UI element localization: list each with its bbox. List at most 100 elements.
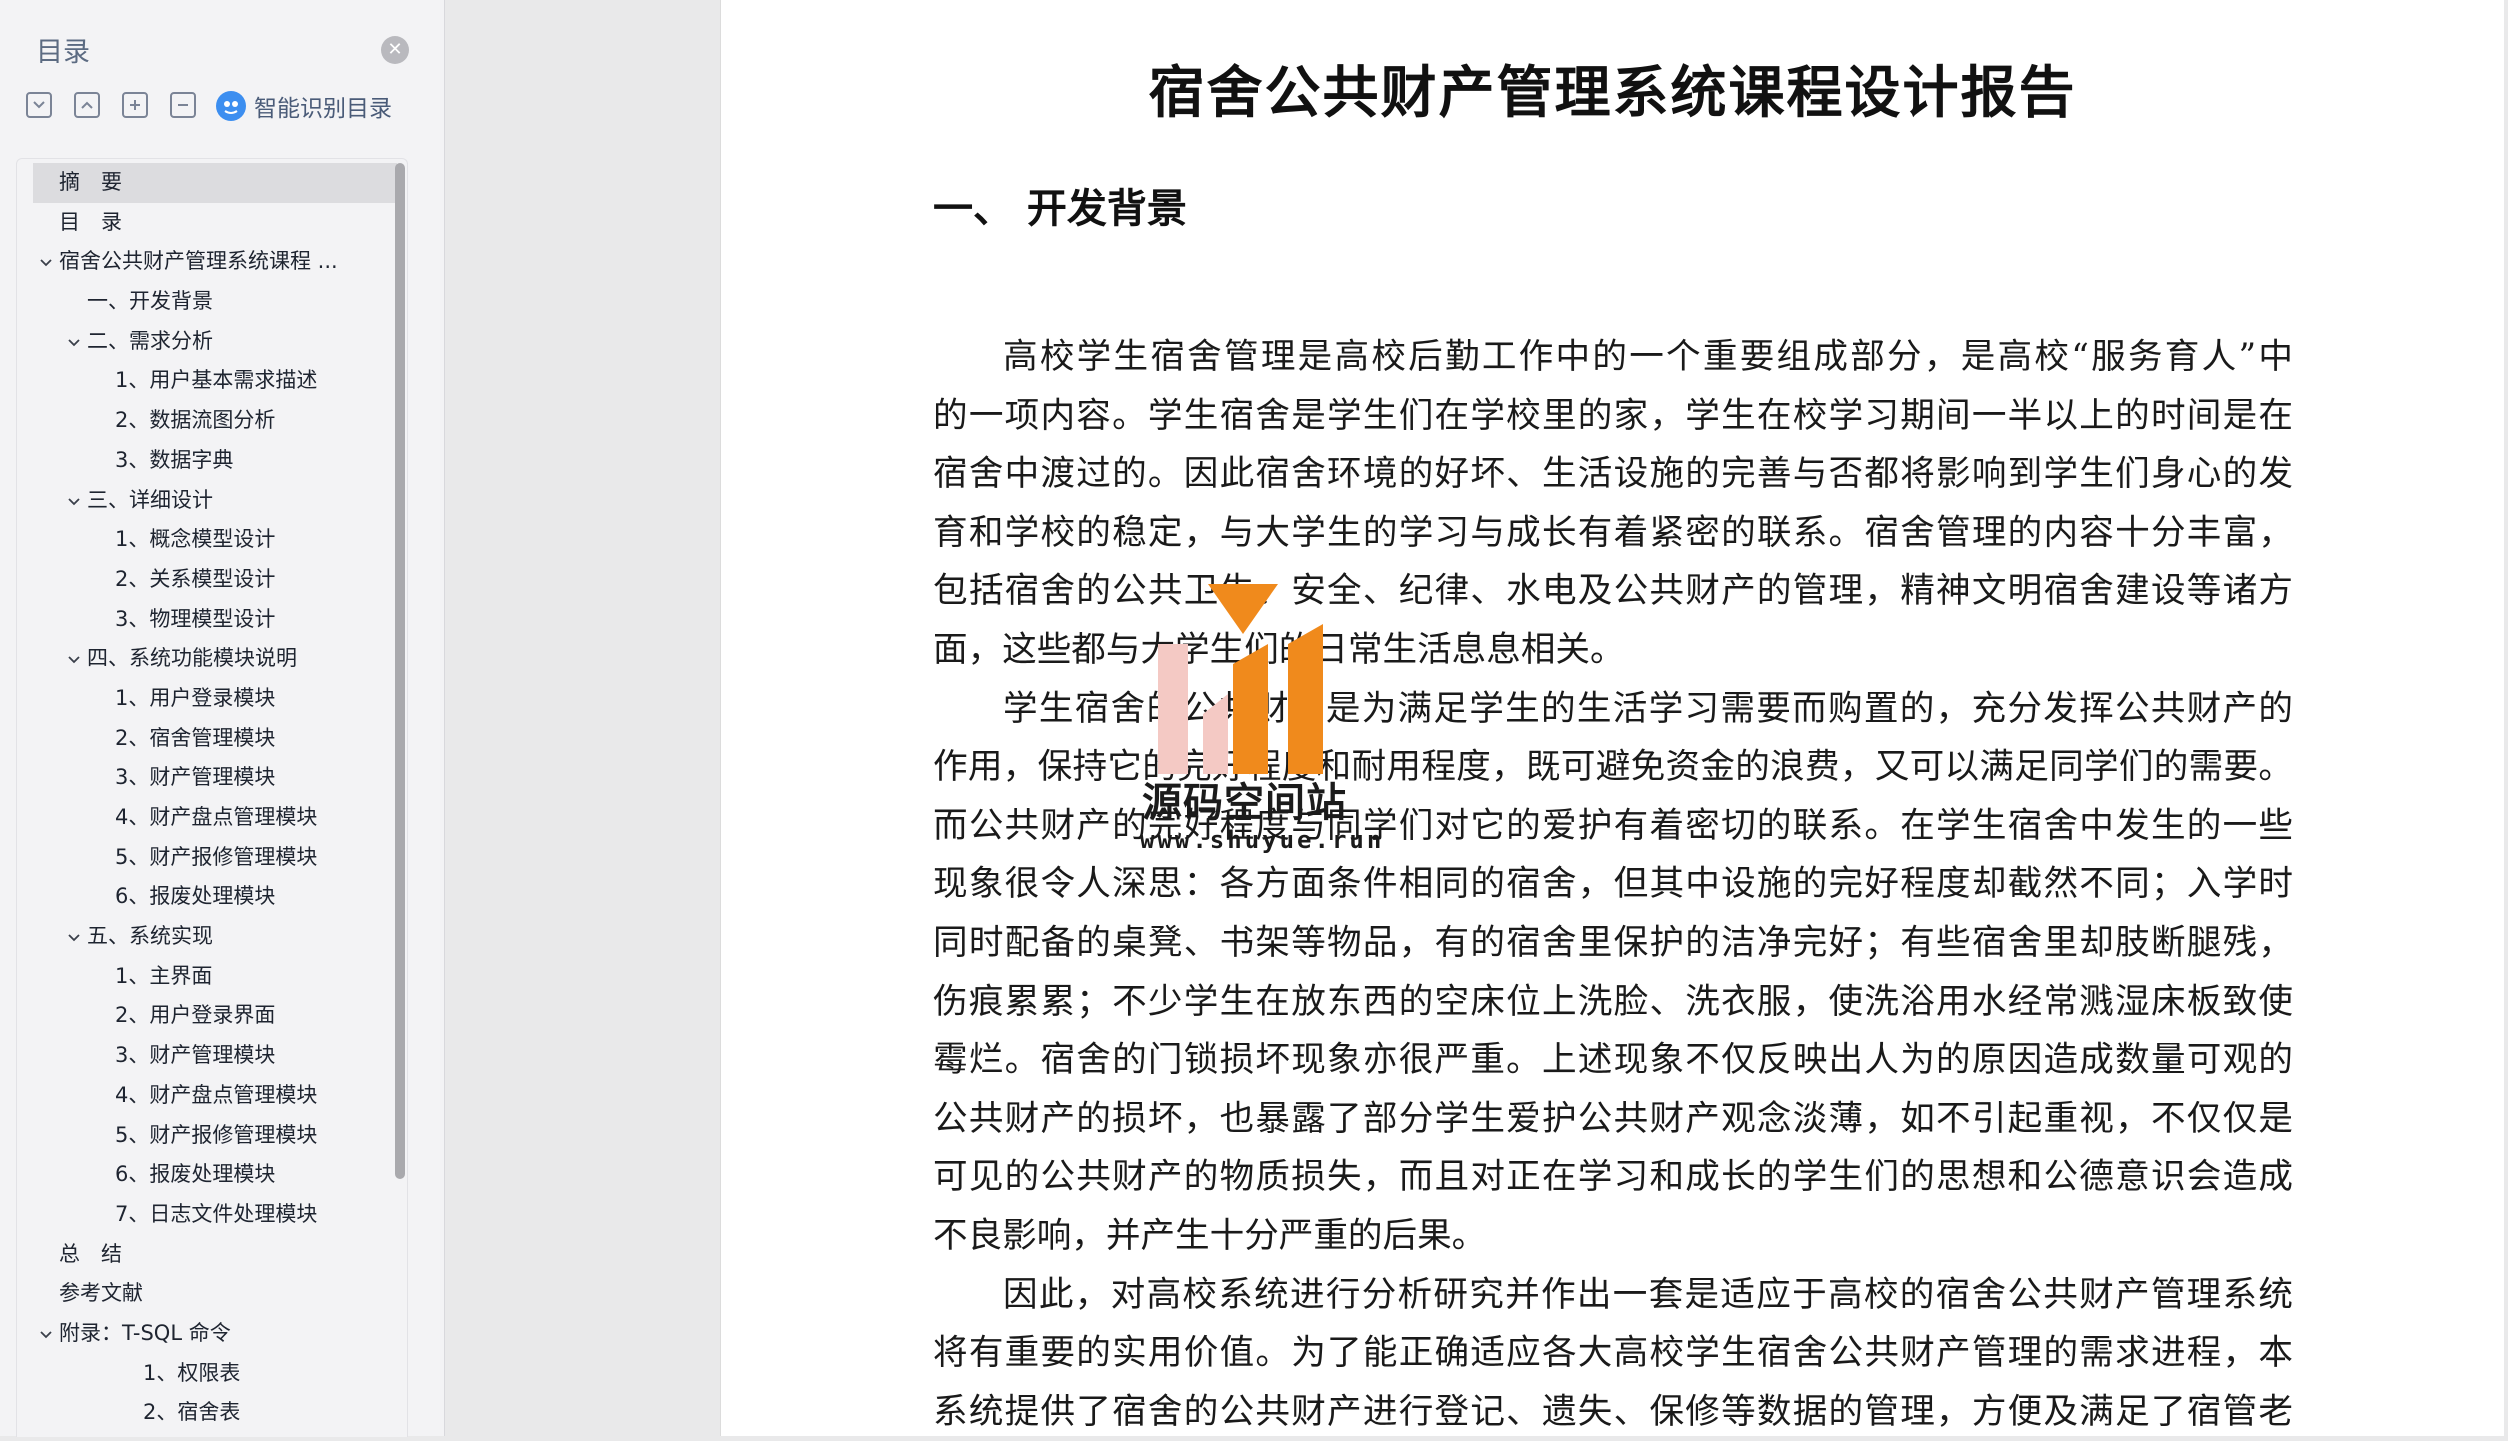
toc-item-label: 五、系统实现 xyxy=(87,924,213,949)
watermark-text: 源码空间站 xyxy=(1142,780,1347,826)
toc-item-label: 宿舍公共财产管理系统课程 ... xyxy=(59,249,338,274)
toc-item[interactable]: 1、用户登录模块 xyxy=(33,679,397,719)
expand-all-icon[interactable] xyxy=(26,92,52,118)
paragraph-line: 伤痕累累；不少学生在放东西的空床位上洗脸、洗衣服，使洗浴用水经常溅湿床板致使 xyxy=(933,981,2293,1022)
paragraph-line: 霉烂。宿舍的门锁损坏现象亦很严重。上述现象不仅反映出人为的原因造成数量可观的 xyxy=(933,1040,2293,1081)
watermark-bar-1 xyxy=(1233,644,1268,774)
section-heading: 一、 开发背景 xyxy=(933,186,1187,232)
toc-item-label: 总 结 xyxy=(59,1241,122,1266)
toc-item[interactable]: 5、财产报修管理模块 xyxy=(33,838,397,878)
toc-item[interactable]: 1、概念模型设计 xyxy=(33,520,397,560)
paragraph-line: 将有重要的实用价值。为了能正确适应各大高校学生宿舍公共财产管理的需求进程，本 xyxy=(933,1333,2293,1374)
watermark-bar-pink xyxy=(1158,644,1188,774)
toc-item[interactable]: 6、报废处理模块 xyxy=(33,1155,397,1195)
close-icon[interactable]: ✕ xyxy=(381,36,409,64)
toc-item-label: 三、详细设计 xyxy=(87,487,213,512)
toc-item[interactable]: 2、关系模型设计 xyxy=(33,560,397,600)
toc-item[interactable]: 宿舍公共财产管理系统课程 ... xyxy=(33,242,397,282)
toc-item-label: 1、概念模型设计 xyxy=(115,527,276,552)
watermark-bar-3 xyxy=(1203,694,1228,774)
toc-item[interactable]: 6、报废处理模块 xyxy=(33,877,397,917)
toc-item-label: 四、系统功能模块说明 xyxy=(87,646,297,671)
toc-item-label: 4、财产盘点管理模块 xyxy=(115,1082,318,1107)
toc-item-label: 2、数据流图分析 xyxy=(115,408,276,433)
toc-item[interactable]: 4、财产盘点管理模块 xyxy=(33,798,397,838)
paragraph-line: 不良影响，并产生十分严重的后果。 xyxy=(933,1215,1487,1256)
toc-item[interactable]: 3、物理模型设计 xyxy=(33,600,397,640)
toc-item-label: 2、关系模型设计 xyxy=(115,566,276,591)
toc-item-label: 参考文献 xyxy=(59,1281,143,1306)
toc-item[interactable]: 二、需求分析 xyxy=(33,322,397,362)
paragraph-line: 面，这些都与大学生们的日常生活息息相关。 xyxy=(933,629,1625,670)
paragraph-line: 宿舍中渡过的。因此宿舍环境的好坏、生活设施的完善与否都将影响到学生们身心的发 xyxy=(933,454,2293,495)
toc-item-label: 3、物理模型设计 xyxy=(115,606,276,631)
toc-item[interactable]: 2、宿舍管理模块 xyxy=(33,719,397,759)
chevron-down-icon[interactable] xyxy=(67,495,81,509)
toc-item-label: 3、数据字典 xyxy=(115,447,234,472)
toc-item[interactable]: 总 结 xyxy=(33,1235,397,1275)
paragraph-line: 高校学生宿舍管理是高校后勤工作中的一个重要组成部分，是高校“服务育人”中 xyxy=(1003,337,2293,377)
paragraph-line: 同时配备的桌凳、书架等物品，有的宿舍里保护的洁净完好；有些宿舍里却肢断腿残， xyxy=(933,922,2293,963)
collapse-all-icon[interactable] xyxy=(74,92,100,118)
toc-item-label: 目 录 xyxy=(59,209,122,234)
document-title: 宿舍公共财产管理系统课程设计报告 xyxy=(1148,61,2077,126)
paragraph-line: 育和学校的稳定，与大学生的学习与成长有着紧密的联系。宿舍管理的内容十分丰富， xyxy=(933,512,2293,553)
toc-item-label: 4、财产盘点管理模块 xyxy=(115,805,318,829)
document-body: 高校学生宿舍管理是高校后勤工作中的一个重要组成部分，是高校“服务育人”中 的一项内… xyxy=(933,328,2293,1441)
toc-item[interactable]: 参考文献 xyxy=(33,1274,397,1314)
smart-recognize-icon xyxy=(216,91,246,121)
toc-item[interactable]: 7、日志文件处理模块 xyxy=(33,1195,397,1235)
toc-item[interactable]: 五、系统实现 xyxy=(33,917,397,957)
plus-icon[interactable] xyxy=(122,92,148,118)
toc-item-label: 一、开发背景 xyxy=(87,289,213,314)
smart-toc-button[interactable]: 智能识别目录 xyxy=(216,88,392,124)
chevron-down-icon[interactable] xyxy=(67,653,81,667)
paragraph-line: 系统提供了宿舍的公共财产进行登记、遗失、保修等数据的管理，方便及满足了宿管老 xyxy=(933,1391,2293,1432)
paragraph-line: 现象很令人深思：各方面条件相同的宿舍，但其中设施的完好程度却截然不同；入学时 xyxy=(933,864,2293,905)
toc-item[interactable]: 目 录 xyxy=(33,203,397,243)
toc-list: 摘 要目 录宿舍公共财产管理系统课程 ... 一、开发背景 二、需求分析 1、用户基本… xyxy=(16,158,408,1437)
toc-item-label: 附录：T-SQL 命令 xyxy=(59,1320,231,1345)
chevron-down-icon[interactable] xyxy=(67,336,81,350)
toc-item[interactable]: 3、财产管理模块 xyxy=(33,758,397,798)
paragraph-line: 学生宿舍的公共财产是为满足学生的生活学习需要而购置的，充分发挥公共财产的 xyxy=(1003,688,2293,729)
toc-item[interactable]: 2、数据流图分析 xyxy=(33,401,397,441)
toc-scrollbar-thumb[interactable] xyxy=(395,163,405,1179)
toc-item[interactable]: 附录：T-SQL 命令 xyxy=(33,1314,397,1354)
chevron-down-icon[interactable] xyxy=(67,931,81,945)
toc-item-label: 2、宿舍管理模块 xyxy=(115,725,276,750)
toc-item[interactable]: 5、财产报修管理模块 xyxy=(33,1116,397,1156)
toc-item[interactable]: 2、宿舍表 xyxy=(33,1393,397,1433)
toc-item[interactable]: 三、详细设计 xyxy=(33,481,397,521)
toc-item[interactable]: 3、数据字典 xyxy=(33,441,397,481)
toc-item[interactable]: 1、用户基本需求描述 xyxy=(33,361,397,401)
toc-item-label: 7、日志文件处理模块 xyxy=(115,1201,318,1226)
toc-item-label: 2、用户登录界面 xyxy=(115,1003,276,1028)
toc-item[interactable]: 四、系统功能模块说明 xyxy=(33,639,397,679)
toc-item[interactable]: 2、用户登录界面 xyxy=(33,996,397,1036)
paragraph-line: 公共财产的损坏，也暴露了部分学生爱护公共财产观念淡薄，如不引起重视，不仅仅是 xyxy=(933,1098,2293,1139)
watermark-bar-2 xyxy=(1288,624,1323,774)
paragraph-line: 可见的公共财产的物质损失，而且对正在学习和成长的学生们的思想和公德意识会造成 xyxy=(933,1157,2293,1198)
toc-item[interactable]: 摘 要 xyxy=(33,163,397,203)
toc-item-label: 1、主界面 xyxy=(115,963,213,988)
smart-toc-label: 智能识别目录 xyxy=(254,96,392,122)
minus-icon[interactable] xyxy=(170,92,196,118)
toc-item-label: 二、需求分析 xyxy=(87,328,213,353)
paragraph-line: 作用，保持它的完好程度和耐用程度，既可避免资金的浪费，又可以满足同学们的需要。 xyxy=(933,747,2293,788)
paragraph-line: 而公共财产的完好程度与同学们对它的爱护有着密切的联系。在学生宿舍中发生的一些 xyxy=(933,805,2293,846)
toc-title: 目录 xyxy=(36,37,90,68)
toc-item[interactable]: 1、主界面 xyxy=(33,957,397,997)
toc-item-label: 6、报废处理模块 xyxy=(115,884,276,909)
toc-scrollbar[interactable] xyxy=(395,163,405,1433)
chevron-down-icon[interactable] xyxy=(39,1328,53,1342)
document-page: 宿舍公共财产管理系统课程设计报告 一、 开发背景 高校学生宿舍管理是高校后勤工作… xyxy=(720,0,2504,1436)
toc-item[interactable]: 一、开发背景 xyxy=(33,282,397,322)
toc-item[interactable]: 3、财产管理模块 xyxy=(33,1036,397,1076)
toc-item[interactable]: 4、财产盘点管理模块 xyxy=(33,1076,397,1116)
chevron-down-icon[interactable] xyxy=(39,256,53,270)
toc-item-label: 1、用户登录模块 xyxy=(115,685,276,710)
paragraph-line: 因此，对高校系统进行分析研究并作出一套是适应于高校的宿舍公共财产管理系统 xyxy=(1003,1274,2293,1315)
toc-item[interactable]: 1、权限表 xyxy=(33,1354,397,1394)
toc-item-label: 5、财产报修管理模块 xyxy=(115,1122,318,1147)
